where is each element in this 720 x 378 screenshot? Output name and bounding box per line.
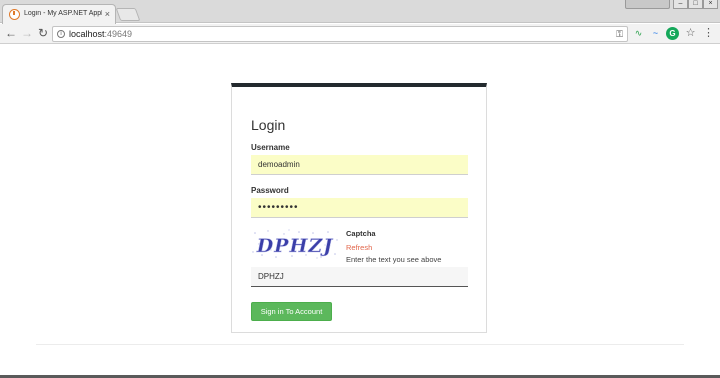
info-icon[interactable]: i — [57, 30, 65, 38]
extension-icon[interactable]: ~ — [649, 27, 662, 40]
sign-in-button[interactable]: Sign in To Account — [251, 302, 332, 321]
password-field[interactable] — [251, 198, 468, 218]
address-bar[interactable]: i localhost:49649 ⚿ — [52, 26, 628, 42]
favicon-icon — [9, 9, 20, 20]
captcha-field[interactable] — [251, 267, 468, 287]
tab-strip: Login - My ASP.NET Applic × – □ × — [0, 0, 720, 24]
maximize-icon[interactable]: □ — [688, 0, 703, 9]
minimize-icon[interactable]: – — [673, 0, 688, 9]
new-tab-button[interactable] — [115, 8, 141, 21]
captcha-text: DPHZJ — [256, 235, 335, 257]
page-content: Login Username Password DPHZJ Captcha Re… — [0, 45, 720, 375]
url-port: :49649 — [104, 29, 133, 39]
profile-button[interactable] — [625, 0, 670, 9]
reload-icon[interactable]: ↻ — [36, 26, 50, 40]
browser-tab[interactable]: Login - My ASP.NET Applic × — [2, 4, 116, 24]
password-label: Password — [251, 186, 289, 195]
captcha-help-text: Enter the text you see above — [346, 255, 442, 264]
star-icon[interactable]: ☆ — [684, 27, 697, 40]
login-card: Login Username Password DPHZJ Captcha Re… — [231, 83, 487, 333]
grammarly-icon[interactable]: G — [666, 27, 679, 40]
browser-toolbar: ← → ↻ i localhost:49649 ⚿ ∿ ~ G ☆ ⋮ — [0, 24, 720, 44]
url-host: localhost — [69, 29, 105, 39]
menu-icon[interactable]: ⋮ — [702, 27, 715, 40]
key-icon[interactable]: ⚿ — [616, 29, 623, 40]
footer-divider — [36, 344, 684, 345]
window-controls: – □ × — [625, 0, 718, 10]
username-label: Username — [251, 143, 290, 152]
close-icon[interactable]: × — [105, 8, 110, 20]
captcha-image: DPHZJ — [251, 228, 340, 260]
forward-icon[interactable]: → — [20, 26, 34, 40]
username-field[interactable] — [251, 155, 468, 175]
url-text: localhost:49649 — [69, 29, 132, 39]
page-title: Login — [251, 117, 286, 133]
extension-icon[interactable]: ∿ — [632, 27, 645, 40]
tab-title: Login - My ASP.NET Applic — [24, 10, 102, 17]
close-window-icon[interactable]: × — [703, 0, 718, 9]
captcha-label: Captcha — [346, 229, 376, 238]
captcha-refresh-link[interactable]: Refresh — [346, 243, 372, 252]
back-icon[interactable]: ← — [4, 26, 18, 40]
